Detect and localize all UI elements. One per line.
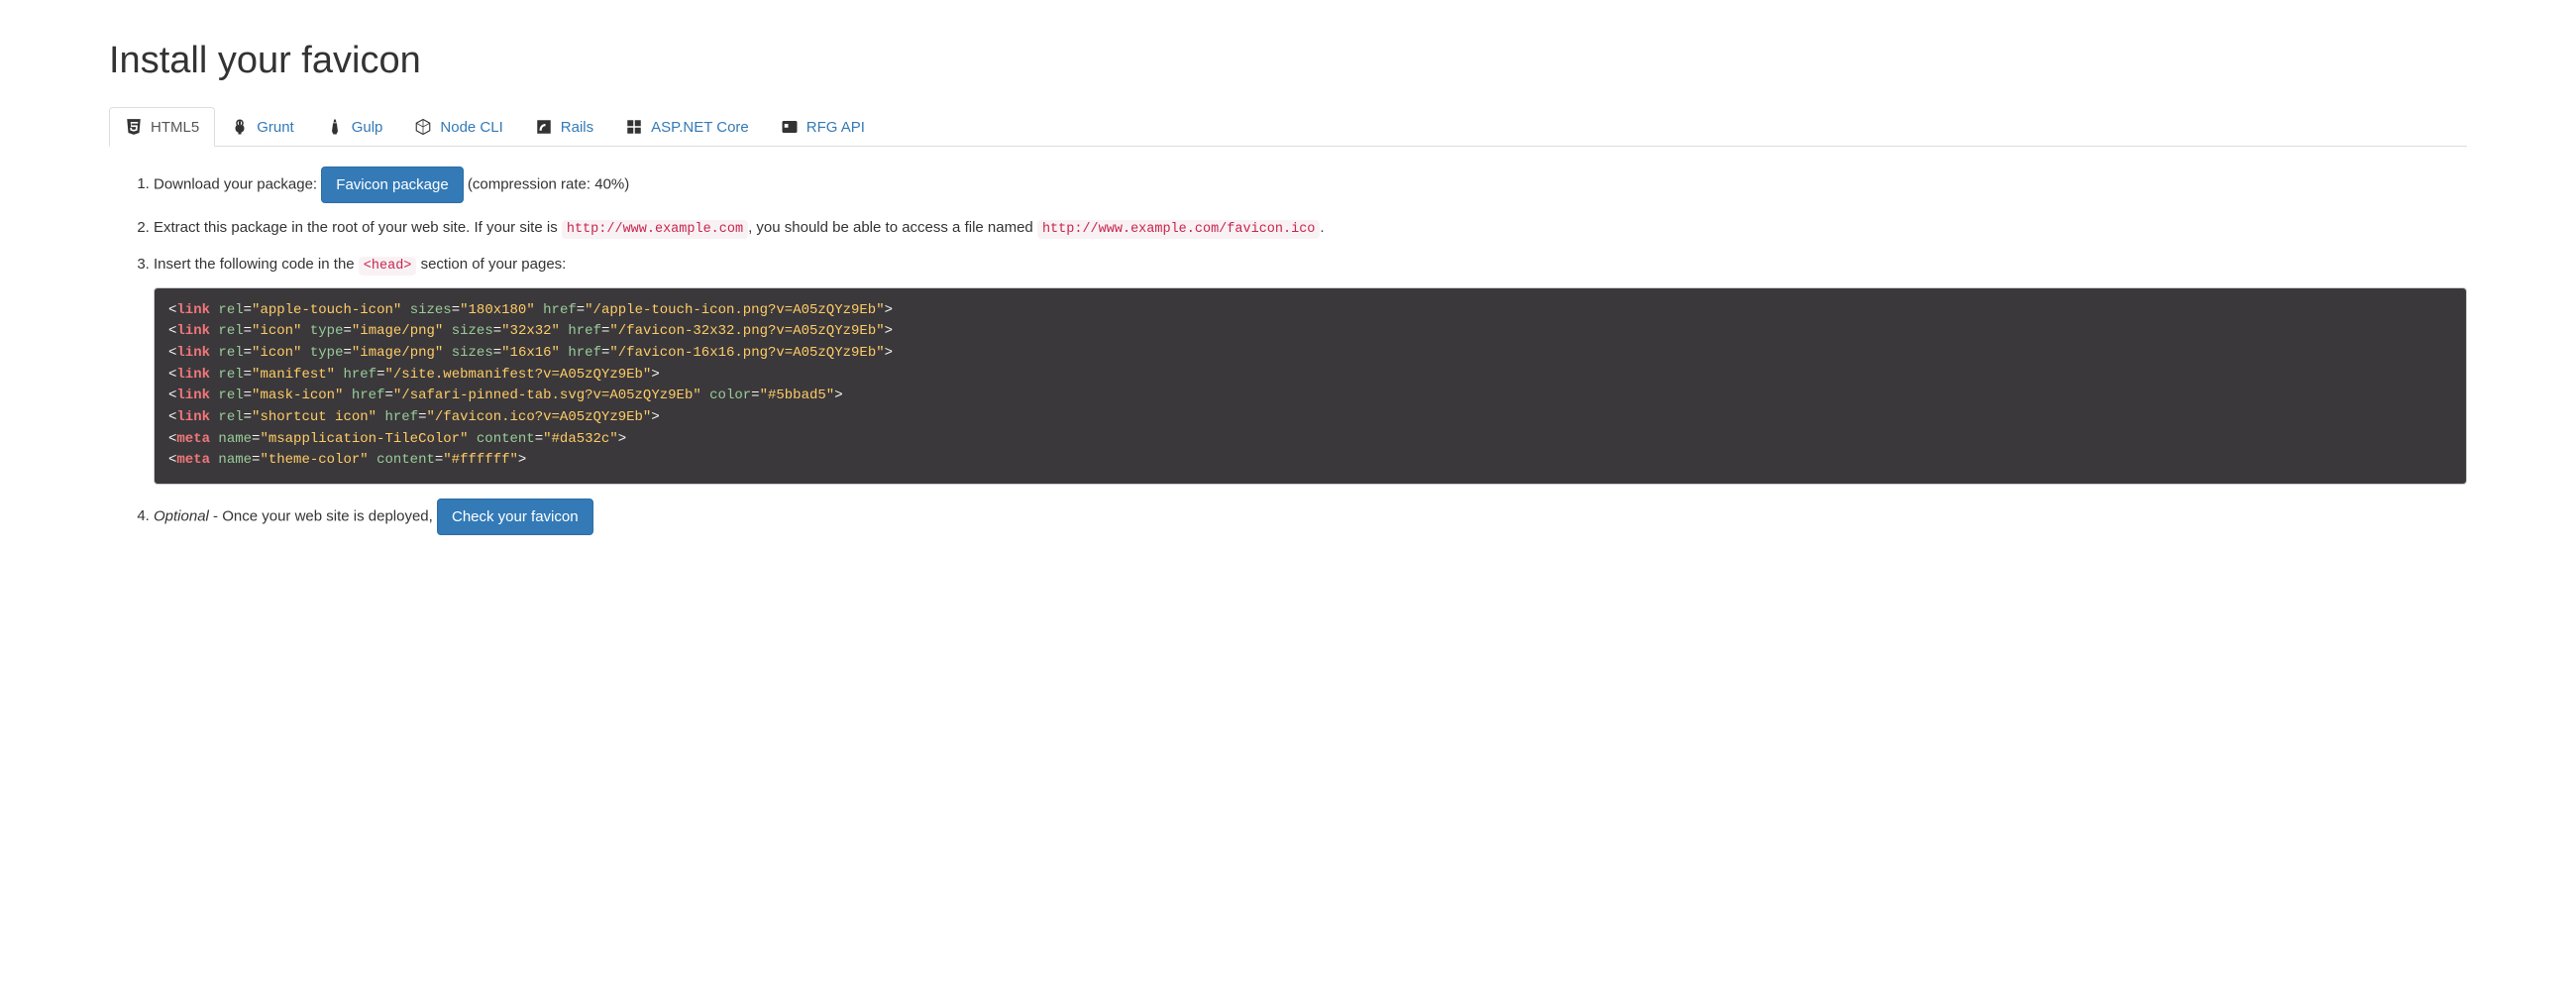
tab-html5[interactable]: HTML5	[109, 107, 215, 147]
step-download: Download your package: Favicon package (…	[154, 166, 2467, 203]
tab-label: Gulp	[352, 119, 383, 136]
gulp-icon	[326, 118, 344, 136]
nodejs-icon	[414, 118, 432, 136]
tab-label: RFG API	[806, 119, 865, 136]
step-text: .	[1320, 219, 1324, 236]
install-tabs: HTML5 Grunt Gulp Node CLI	[109, 107, 2467, 147]
tab-label: Grunt	[257, 119, 294, 136]
tab-label: HTML5	[151, 119, 199, 136]
step-text: Extract this package in the root of your…	[154, 219, 562, 236]
step-text: , you should be able to access a file na…	[748, 219, 1037, 236]
html5-icon	[125, 118, 143, 136]
step-text: section of your pages:	[416, 256, 566, 273]
dotnet-icon	[625, 118, 643, 136]
tab-label: ASP.NET Core	[651, 119, 749, 136]
check-favicon-button[interactable]: Check your favicon	[437, 498, 593, 535]
compression-rate: (compression rate: 40%)	[468, 175, 629, 192]
head-tag: <head>	[359, 257, 417, 276]
tab-label: Node CLI	[440, 119, 502, 136]
rails-icon	[535, 118, 553, 136]
page-title: Install your favicon	[109, 40, 2467, 82]
tab-grunt[interactable]: Grunt	[215, 107, 310, 147]
grunt-icon	[231, 118, 249, 136]
step-insert-code: Insert the following code in the <head> …	[154, 254, 2467, 485]
tab-rfg-api[interactable]: RFG API	[765, 107, 881, 147]
favicon-package-button[interactable]: Favicon package	[321, 166, 463, 203]
step-extract: Extract this package in the root of your…	[154, 217, 2467, 240]
step-text: Download your package:	[154, 175, 317, 192]
tab-rails[interactable]: Rails	[519, 107, 609, 147]
step-check: Optional - Once your web site is deploye…	[154, 498, 2467, 535]
example-url: http://www.example.com	[562, 220, 748, 239]
example-favicon-url: http://www.example.com/favicon.ico	[1037, 220, 1320, 239]
step-text: - Once your web site is deployed,	[209, 507, 437, 524]
install-steps: Download your package: Favicon package (…	[109, 166, 2467, 535]
tab-node-cli[interactable]: Node CLI	[398, 107, 518, 147]
rfg-icon	[781, 118, 799, 136]
tab-gulp[interactable]: Gulp	[310, 107, 399, 147]
tab-label: Rails	[561, 119, 593, 136]
head-code-snippet: <link rel="apple-touch-icon" sizes="180x…	[154, 287, 2467, 486]
tab-aspnet-core[interactable]: ASP.NET Core	[609, 107, 765, 147]
optional-label: Optional	[154, 507, 209, 524]
step-text: Insert the following code in the	[154, 256, 359, 273]
